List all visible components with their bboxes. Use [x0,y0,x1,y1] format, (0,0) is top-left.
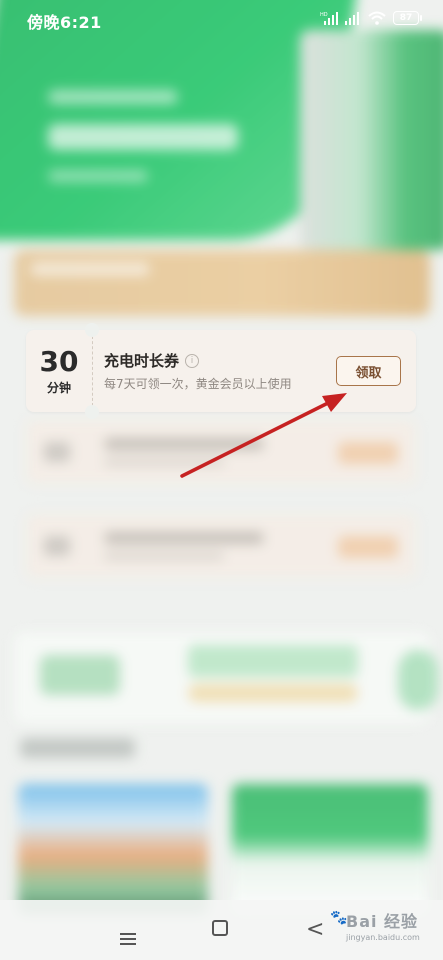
menu-icon[interactable] [120,920,136,945]
claim-button[interactable]: 领取 [336,356,401,386]
coupon-unit: 分钟 [46,380,71,395]
status-icons: HD 87 [320,9,422,27]
watermark-main: Bai 经验 [346,912,419,931]
svg-text:HD: HD [320,12,328,18]
info-icon[interactable]: i [185,353,200,368]
back-icon[interactable]: < [306,919,324,941]
watermark-sub: jingyan.baidu.com [346,933,420,942]
battery-icon: 87 [393,11,422,25]
coupon-title: 充电时长券 [104,352,180,370]
coupon-notch [85,323,99,337]
status-time: 傍晚6:21 [27,13,102,32]
coupon-amount: 30 [39,344,79,378]
coupon-value: 30 分钟 [26,330,92,412]
paw-icon: 🐾 [330,910,348,926]
home-icon[interactable] [212,920,228,941]
coupon-title-row: 充电时长券 i [104,350,200,371]
dim-overlay [0,0,443,960]
coupon-description: 每7天可领一次，黄金会员以上使用 [104,377,292,391]
signal-icon [345,12,359,25]
hd-signal-icon: HD [320,12,338,25]
status-bar: 傍晚6:21 HD 87 [0,0,443,36]
baidu-watermark: 🐾 Bai 经验 jingyan.baidu.com [330,908,420,942]
wifi-icon [368,11,386,25]
coupon-divider [92,336,93,406]
coupon-notch [85,405,99,419]
